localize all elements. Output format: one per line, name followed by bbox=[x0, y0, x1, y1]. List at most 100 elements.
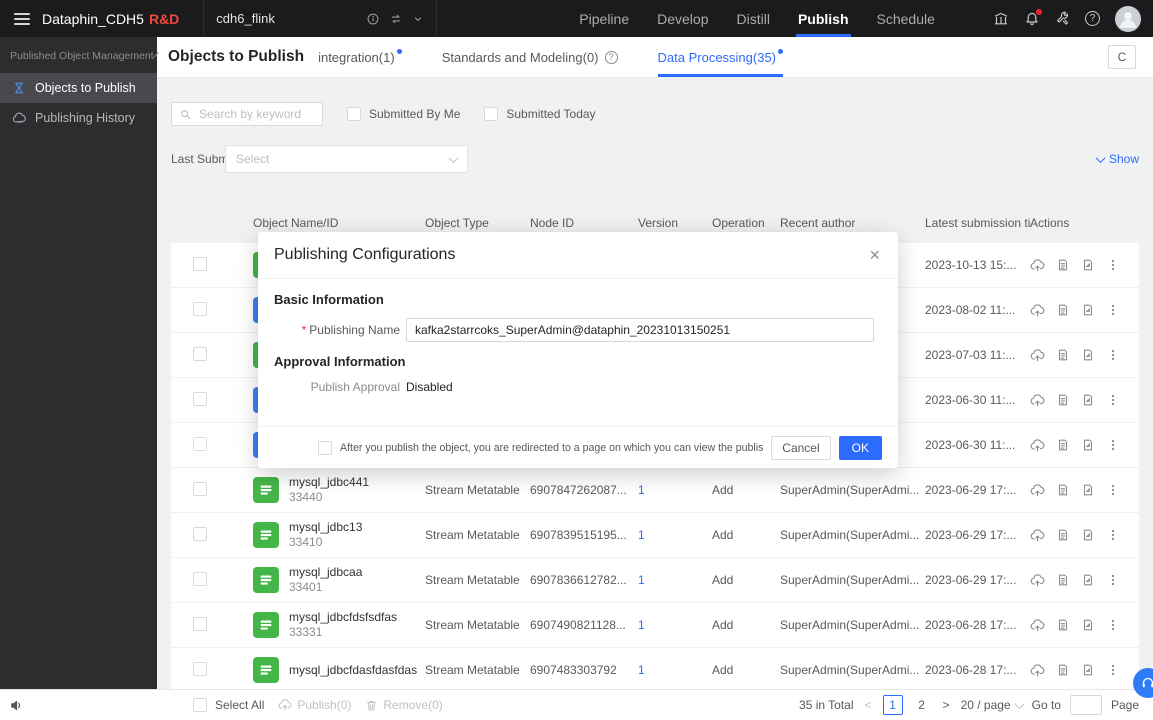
more-actions-icon[interactable] bbox=[1106, 303, 1120, 317]
project-selector[interactable]: cdh6_flink bbox=[203, 0, 437, 37]
help-icon[interactable]: ? bbox=[1085, 11, 1100, 26]
object-name[interactable]: mysql_jdbcfdsfsdfas bbox=[289, 610, 397, 625]
submitted-today-checkbox[interactable]: Submitted Today bbox=[484, 107, 595, 121]
record-action-icon[interactable] bbox=[1081, 258, 1095, 272]
env-switch-icon[interactable] bbox=[389, 12, 403, 26]
publish-button[interactable]: Publish(0) bbox=[278, 698, 351, 712]
publish-action-icon[interactable] bbox=[1030, 303, 1045, 318]
search-input[interactable] bbox=[197, 106, 315, 122]
log-action-icon[interactable] bbox=[1056, 438, 1070, 452]
object-name[interactable]: mysql_jdbc13 bbox=[289, 520, 362, 535]
version-link[interactable]: 1 bbox=[638, 528, 645, 542]
object-name[interactable]: mysql_jdbcfdasfdasfdas bbox=[289, 663, 417, 678]
next-page-button[interactable]: > bbox=[941, 698, 952, 712]
goto-page-input[interactable] bbox=[1070, 695, 1102, 715]
row-checkbox[interactable] bbox=[193, 482, 207, 496]
user-avatar[interactable] bbox=[1115, 6, 1141, 32]
tab-standards-and-modeling[interactable]: Standards and Modeling(0) ? bbox=[442, 37, 618, 77]
record-action-icon[interactable] bbox=[1081, 393, 1095, 407]
nav-develop[interactable]: Develop bbox=[643, 0, 722, 37]
sidebar-item-objects-to-publish[interactable]: Objects to Publish bbox=[0, 73, 157, 103]
row-checkbox[interactable] bbox=[193, 437, 207, 451]
row-checkbox[interactable] bbox=[193, 392, 207, 406]
version-link[interactable]: 1 bbox=[638, 618, 645, 632]
nav-pipeline[interactable]: Pipeline bbox=[565, 0, 643, 37]
log-action-icon[interactable] bbox=[1056, 393, 1070, 407]
publish-action-icon[interactable] bbox=[1030, 528, 1045, 543]
log-action-icon[interactable] bbox=[1056, 303, 1070, 317]
collapse-sidebar-icon[interactable] bbox=[9, 698, 24, 713]
redirect-checkbox[interactable] bbox=[318, 441, 332, 455]
log-action-icon[interactable] bbox=[1056, 258, 1070, 272]
select-all-checkbox[interactable]: Select All bbox=[193, 698, 264, 712]
object-name[interactable]: mysql_jdbc441 bbox=[289, 475, 369, 490]
page-number-1[interactable]: 1 bbox=[883, 695, 903, 715]
row-checkbox[interactable] bbox=[193, 662, 207, 676]
cancel-button[interactable]: Cancel bbox=[771, 436, 830, 460]
log-action-icon[interactable] bbox=[1056, 573, 1070, 587]
tab-data-processing[interactable]: Data Processing(35) bbox=[658, 37, 784, 77]
row-checkbox[interactable] bbox=[193, 527, 207, 541]
record-action-icon[interactable] bbox=[1081, 618, 1095, 632]
record-action-icon[interactable] bbox=[1081, 348, 1095, 362]
publish-action-icon[interactable] bbox=[1030, 483, 1045, 498]
tools-wrench-icon[interactable] bbox=[1055, 11, 1070, 26]
record-action-icon[interactable] bbox=[1081, 303, 1095, 317]
checkbox[interactable] bbox=[484, 107, 498, 121]
object-name[interactable]: mysql_jdbcaa bbox=[289, 565, 362, 580]
remove-button[interactable]: Remove(0) bbox=[365, 698, 442, 712]
log-action-icon[interactable] bbox=[1056, 618, 1070, 632]
log-action-icon[interactable] bbox=[1056, 528, 1070, 542]
nav-schedule[interactable]: Schedule bbox=[863, 0, 949, 37]
publish-action-icon[interactable] bbox=[1030, 348, 1045, 363]
page-size-select[interactable]: 20 / page bbox=[961, 698, 1023, 712]
publish-action-icon[interactable] bbox=[1030, 438, 1045, 453]
refresh-button[interactable]: C bbox=[1108, 45, 1136, 69]
record-action-icon[interactable] bbox=[1081, 663, 1095, 677]
tab-help-icon[interactable]: ? bbox=[605, 51, 618, 64]
nav-distill[interactable]: Distill bbox=[723, 0, 784, 37]
sidebar-group-published-object-management[interactable]: Published Object Management bbox=[0, 37, 157, 73]
log-action-icon[interactable] bbox=[1056, 663, 1070, 677]
checkbox[interactable] bbox=[193, 698, 207, 712]
last-submitted-select[interactable]: Select bbox=[225, 145, 468, 173]
version-link[interactable]: 1 bbox=[638, 573, 645, 587]
checkbox[interactable] bbox=[347, 107, 361, 121]
log-action-icon[interactable] bbox=[1056, 348, 1070, 362]
more-actions-icon[interactable] bbox=[1106, 483, 1120, 497]
publish-action-icon[interactable] bbox=[1030, 573, 1045, 588]
sidebar-item-publishing-history[interactable]: Publishing History bbox=[0, 103, 157, 133]
publishing-name-input[interactable] bbox=[406, 318, 874, 342]
submitted-by-me-checkbox[interactable]: Submitted By Me bbox=[347, 107, 460, 121]
record-action-icon[interactable] bbox=[1081, 528, 1095, 542]
version-link[interactable]: 1 bbox=[638, 663, 645, 677]
page-number-2[interactable]: 2 bbox=[912, 695, 932, 715]
log-action-icon[interactable] bbox=[1056, 483, 1070, 497]
chevron-down-icon[interactable] bbox=[412, 13, 424, 25]
record-action-icon[interactable] bbox=[1081, 573, 1095, 587]
publish-action-icon[interactable] bbox=[1030, 663, 1045, 678]
notification-bell-icon[interactable] bbox=[1024, 11, 1040, 27]
row-checkbox[interactable] bbox=[193, 257, 207, 271]
record-action-icon[interactable] bbox=[1081, 438, 1095, 452]
nav-publish[interactable]: Publish bbox=[784, 0, 863, 37]
more-actions-icon[interactable] bbox=[1106, 393, 1120, 407]
more-actions-icon[interactable] bbox=[1106, 618, 1120, 632]
publish-action-icon[interactable] bbox=[1030, 618, 1045, 633]
row-checkbox[interactable] bbox=[193, 302, 207, 316]
ok-button[interactable]: OK bbox=[839, 436, 882, 460]
more-actions-icon[interactable] bbox=[1106, 573, 1120, 587]
close-icon[interactable]: × bbox=[867, 246, 882, 264]
publish-action-icon[interactable] bbox=[1030, 393, 1045, 408]
more-actions-icon[interactable] bbox=[1106, 663, 1120, 677]
more-actions-icon[interactable] bbox=[1106, 348, 1120, 362]
publish-action-icon[interactable] bbox=[1030, 258, 1045, 273]
workbench-icon[interactable] bbox=[993, 11, 1009, 27]
more-actions-icon[interactable] bbox=[1106, 528, 1120, 542]
version-link[interactable]: 1 bbox=[638, 483, 645, 497]
row-checkbox[interactable] bbox=[193, 572, 207, 586]
row-checkbox[interactable] bbox=[193, 617, 207, 631]
hamburger-menu-icon[interactable] bbox=[14, 13, 30, 25]
info-icon[interactable] bbox=[366, 12, 380, 26]
row-checkbox[interactable] bbox=[193, 347, 207, 361]
